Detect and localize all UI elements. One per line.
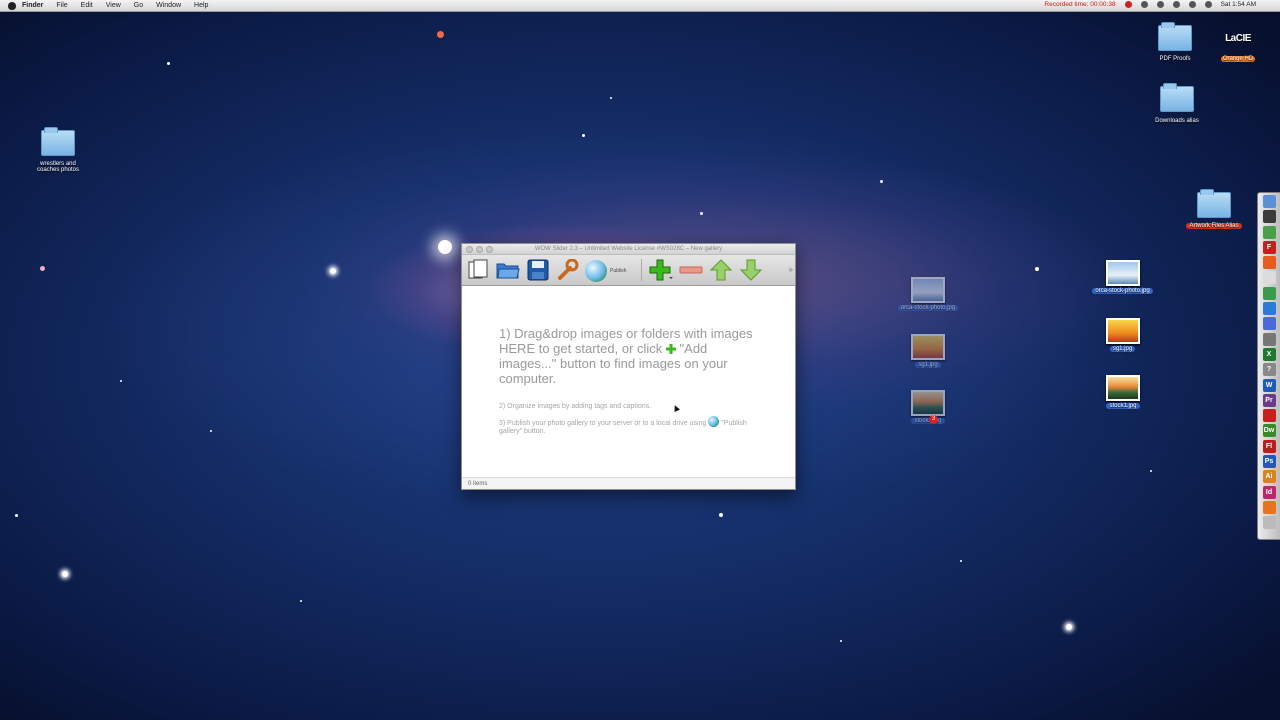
excel-icon[interactable]: X	[1262, 347, 1276, 361]
desktop-artwork-alias[interactable]: Artwork Files Alias	[1180, 189, 1248, 229]
desktop-folder-pdf-proofs[interactable]: PDF Proofs	[1150, 22, 1200, 62]
image-thumbnail-icon	[911, 334, 945, 360]
close-button[interactable]	[466, 246, 473, 253]
bluetooth-icon[interactable]	[1156, 1, 1164, 8]
instruction-step-1: 1) Drag&drop images or folders with imag…	[499, 326, 753, 386]
folder-icon	[1197, 189, 1231, 218]
menu-view[interactable]: View	[106, 2, 121, 9]
new-gallery-button[interactable]	[465, 258, 491, 282]
image-thumbnail-icon	[911, 277, 945, 303]
indesign-icon[interactable]: Id	[1262, 485, 1276, 499]
move-up-button[interactable]	[708, 258, 734, 282]
wrench-icon	[558, 259, 579, 280]
mouse-cursor-icon	[672, 404, 680, 412]
safari-icon[interactable]	[1262, 302, 1276, 316]
minus-icon	[679, 266, 703, 274]
dashboard-icon[interactable]	[1262, 210, 1276, 224]
firefox-icon[interactable]	[1262, 500, 1276, 514]
desktop-downloads-alias[interactable]: Downloads alias	[1148, 83, 1206, 124]
menu-file[interactable]: File	[56, 2, 67, 9]
zoom-button[interactable]	[486, 246, 493, 253]
firefox-alt-icon[interactable]	[1262, 256, 1276, 270]
dreamweaver-icon[interactable]: Dw	[1262, 424, 1276, 438]
recorded-time: Recorded time: 00:00:38	[1044, 1, 1116, 8]
image-thumbnail-icon	[1105, 318, 1140, 344]
word-icon[interactable]: W	[1262, 378, 1276, 392]
toolbar-separator	[641, 259, 642, 281]
gallery-settings-button[interactable]	[555, 258, 581, 282]
clock[interactable]: Sat 1:54 AM	[1221, 1, 1256, 8]
maps-icon[interactable]	[1262, 225, 1276, 239]
menu-bar: Finder File Edit View Go Window Help Rec…	[0, 0, 1280, 12]
instruction-step-3: 3) Publish your photo gallery to your se…	[499, 416, 749, 436]
sync-icon[interactable]	[1172, 1, 1180, 8]
menu-go[interactable]: Go	[134, 2, 143, 9]
flash-icon[interactable]: Fl	[1262, 439, 1276, 453]
globe-icon	[708, 416, 720, 427]
acrobat-icon[interactable]	[1262, 409, 1276, 423]
wow-slider-window: WOW Slider 2.3 – Unlimited Website Licen…	[461, 243, 796, 490]
arrow-down-icon	[740, 259, 762, 281]
illustrator-icon[interactable]: Ai	[1262, 470, 1276, 484]
menu-extra-icon[interactable]	[1140, 1, 1148, 8]
instruction-step-2: 2) Organize images by adding tags and ca…	[499, 403, 652, 410]
menu-finder[interactable]: Finder	[22, 2, 43, 9]
window-title: WOW Slider 2.3 – Unlimited Website Licen…	[534, 246, 723, 252]
desktop-file-sg1[interactable]: sg1.jpg	[1100, 318, 1145, 352]
tool-icon[interactable]	[1262, 332, 1276, 346]
image-thumbnail-icon	[1105, 260, 1140, 286]
chrome-icon[interactable]	[1262, 286, 1276, 300]
folder-icon	[41, 127, 75, 156]
menu-window[interactable]: Window	[156, 2, 181, 9]
minimize-button[interactable]	[476, 246, 483, 253]
record-stop-icon[interactable]	[1124, 1, 1132, 8]
publish-button[interactable]: Publish	[585, 258, 635, 282]
system-prefs-icon[interactable]	[1262, 317, 1276, 331]
add-images-button[interactable]	[648, 258, 674, 282]
preview-icon[interactable]	[1262, 271, 1276, 285]
dragging-file-orca: orca-stock-photo.jpg	[890, 277, 966, 311]
menu-edit[interactable]: Edit	[81, 2, 93, 9]
toolbar: Publish »	[462, 255, 795, 286]
downloads-folder-icon	[1160, 83, 1194, 112]
open-gallery-button[interactable]	[495, 258, 521, 282]
filezilla-icon[interactable]: F	[1262, 240, 1276, 254]
window-titlebar[interactable]: WOW Slider 2.3 – Unlimited Website Licen…	[462, 244, 795, 255]
plus-icon	[649, 259, 673, 281]
photoshop-icon[interactable]: Ps	[1262, 455, 1276, 469]
dragging-file-sg1: sg1.jpg	[905, 334, 951, 368]
volume-icon[interactable]	[1204, 1, 1212, 8]
dock: F X? W Pr Dw Fl Ps Ai Id	[1257, 192, 1280, 540]
lacie-drive-icon: LaCIE	[1225, 33, 1251, 44]
menu-help[interactable]: Help	[194, 2, 208, 9]
image-thumbnail-icon	[911, 390, 945, 416]
trash-icon[interactable]	[1262, 516, 1276, 530]
apple-menu-icon[interactable]	[8, 1, 16, 10]
open-folder-icon	[496, 263, 520, 279]
drag-count-badge: 3	[929, 415, 938, 424]
image-thumbnail-icon	[1106, 375, 1140, 401]
wifi-icon[interactable]	[1188, 1, 1196, 8]
folder-icon	[1158, 22, 1192, 51]
new-document-icon	[468, 259, 488, 279]
plus-icon	[665, 344, 676, 354]
remove-images-button[interactable]	[678, 258, 704, 282]
finder-icon[interactable]	[1262, 195, 1276, 208]
help-icon[interactable]: ?	[1262, 363, 1276, 377]
toolbar-overflow-chevron-icon[interactable]: »	[789, 265, 793, 274]
desktop-folder-wrestlers[interactable]: wrestlers and coaches photos	[30, 127, 86, 173]
status-bar: 0 items	[462, 477, 795, 489]
move-down-button[interactable]	[738, 258, 764, 282]
dragging-file-stock1: stock1.jpg	[903, 390, 953, 424]
save-gallery-button[interactable]	[525, 258, 551, 282]
desktop-file-orca[interactable]: orca-stock-photo.jpg	[1085, 260, 1160, 294]
desktop-file-stock1[interactable]: stock1.jpg	[1098, 375, 1148, 409]
desktop-drive-orange-hd[interactable]: LaCIE Orange HD	[1215, 28, 1261, 62]
save-disk-icon	[527, 259, 549, 281]
arrow-up-icon	[710, 259, 732, 281]
gallery-drop-area[interactable]: 1) Drag&drop images or folders with imag…	[462, 285, 795, 475]
globe-icon	[585, 260, 607, 282]
premiere-icon[interactable]: Pr	[1262, 393, 1276, 407]
